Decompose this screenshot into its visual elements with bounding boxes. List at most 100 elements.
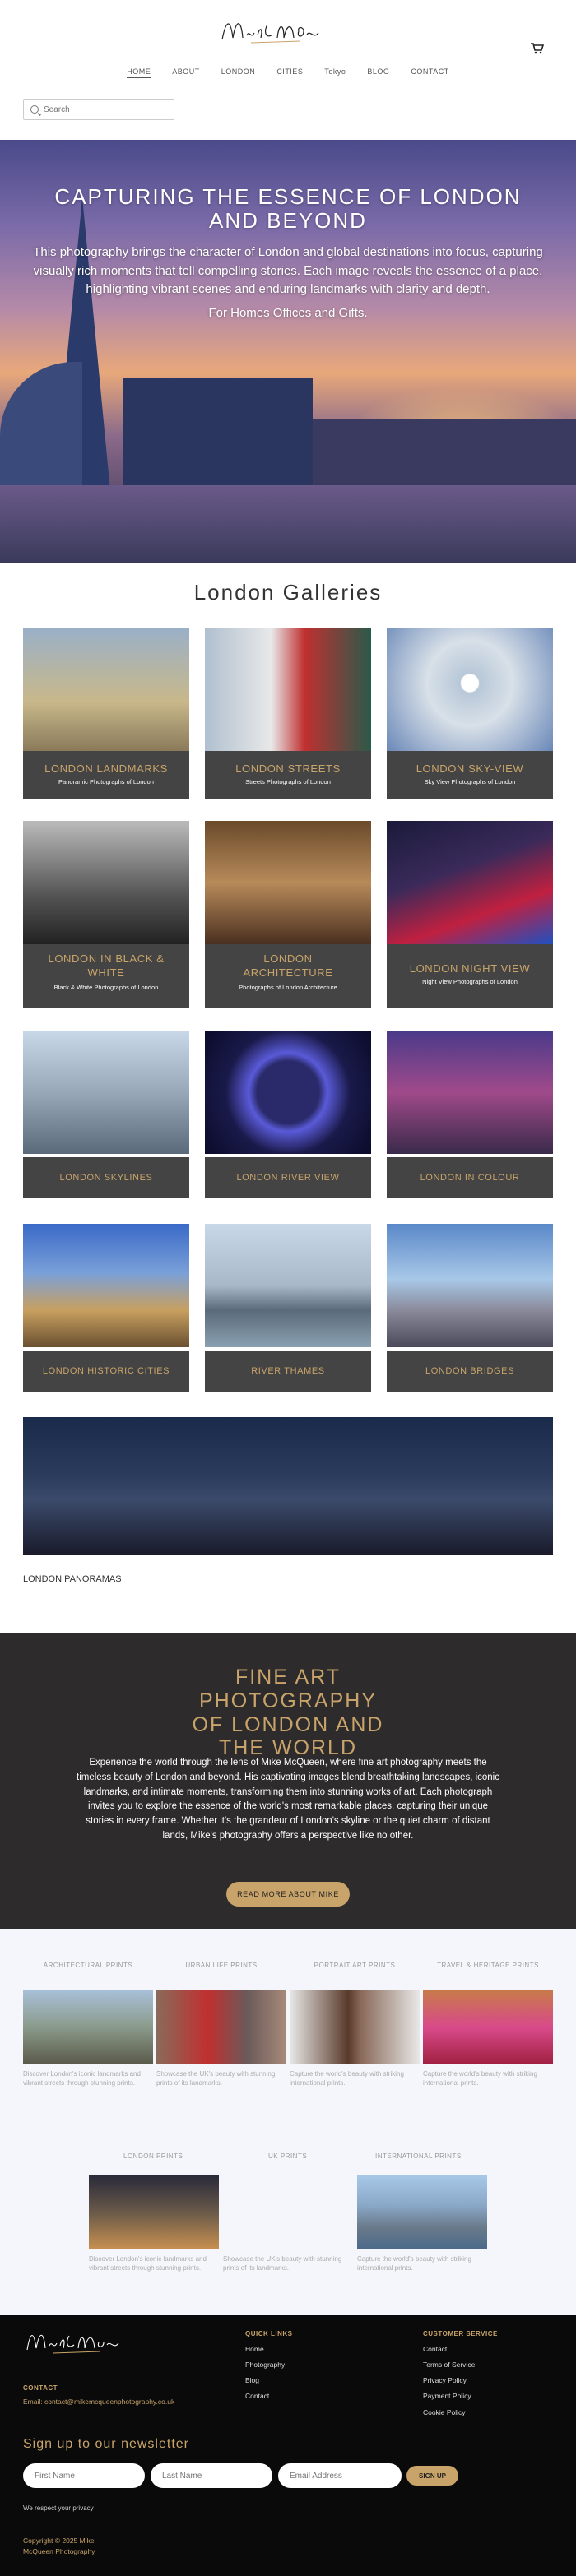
gallery-caption[interactable]: LONDON HISTORIC CITIES — [23, 1351, 189, 1392]
print-image[interactable] — [23, 1990, 153, 2064]
customer-service-links: Contact Terms of Service Privacy Policy … — [423, 2342, 475, 2421]
gallery-card[interactable]: LONDON IN BLACK & WHITE Black & White Ph… — [23, 821, 189, 1008]
gallery-image[interactable] — [387, 1224, 553, 1347]
footer-link-terms[interactable]: Terms of Service — [423, 2357, 475, 2373]
gallery-image[interactable] — [205, 821, 371, 944]
footer-link-photography[interactable]: Photography — [245, 2357, 285, 2373]
footer-link-contact[interactable]: Contact — [245, 2388, 285, 2404]
last-name-input[interactable] — [151, 2463, 272, 2488]
gallery-caption[interactable]: RIVER THAMES — [205, 1351, 371, 1392]
footer-link-blog[interactable]: Blog — [245, 2373, 285, 2388]
footer-link-cookie[interactable]: Cookie Policy — [423, 2405, 475, 2421]
gallery-title: LONDON HISTORIC CITIES — [42, 1366, 170, 1376]
contact-title: CONTACT — [23, 2384, 58, 2392]
hero-office-block — [123, 378, 313, 485]
nav-cities[interactable]: CITIES — [276, 67, 303, 78]
gallery-image[interactable] — [23, 1224, 189, 1347]
gallery-card[interactable]: LONDON HISTORIC CITIES — [23, 1224, 189, 1392]
newsletter-title: Sign up to our newsletter — [23, 2437, 189, 2451]
print-category[interactable]: TRAVEL & HERITAGE PRINTS Capture the wor… — [423, 1962, 553, 2087]
footer-link-payment[interactable]: Payment Policy — [423, 2388, 475, 2404]
gallery-card[interactable]: LONDON STREETS Streets Photographs of Lo… — [205, 628, 371, 799]
gallery-image[interactable] — [23, 1417, 553, 1555]
search-box[interactable] — [23, 99, 174, 120]
print-category[interactable]: Capture the world's beauty with striking… — [357, 2154, 487, 2273]
gallery-card[interactable]: LONDON SKYLINES — [23, 1031, 189, 1198]
gallery-caption[interactable]: LONDON RIVER VIEW — [205, 1157, 371, 1198]
print-category[interactable]: URBAN LIFE PRINTS Showcase the UK's beau… — [156, 1962, 286, 2087]
hero-description: This photography brings the character of… — [33, 245, 543, 297]
site-footer: QUICK LINKS Home Photography Blog Contac… — [0, 2315, 576, 2576]
copyright: Copyright © 2025 Mike McQueen Photograph… — [23, 2537, 95, 2555]
gallery-card[interactable]: LONDON LANDMARKS Panoramic Photographs o… — [23, 628, 189, 799]
site-logo[interactable] — [218, 15, 325, 48]
gallery-caption[interactable]: LONDON LANDMARKS Panoramic Photographs o… — [23, 751, 189, 799]
gallery-card[interactable]: LONDON BRIDGES — [387, 1224, 553, 1392]
print-image[interactable] — [423, 1990, 553, 2064]
cart-icon[interactable] — [531, 43, 545, 58]
print-label[interactable]: URBAN LIFE PRINTS — [156, 1962, 286, 1969]
footer-link-home[interactable]: Home — [245, 2342, 285, 2357]
gallery-card[interactable]: LONDON SKY-VIEW Sky View Photographs of … — [387, 628, 553, 799]
hero-banner: CAPTURING THE ESSENCE OF LONDON AND BEYO… — [0, 140, 576, 563]
search-input[interactable] — [44, 104, 167, 114]
first-name-input[interactable] — [23, 2463, 145, 2488]
gallery-caption[interactable]: LONDON SKY-VIEW Sky View Photographs of … — [387, 751, 553, 799]
print-category[interactable]: Showcase the UK's beauty with stunning p… — [223, 2154, 353, 2273]
nav-contact[interactable]: CONTACT — [411, 67, 448, 78]
gallery-card[interactable]: LONDON ARCHITECTURE Photographs of Londo… — [205, 821, 371, 1008]
print-image[interactable] — [290, 1990, 420, 2064]
gallery-caption[interactable]: LONDON IN COLOUR — [387, 1157, 553, 1198]
gallery-image[interactable] — [205, 628, 371, 751]
gallery-caption[interactable]: LONDON NIGHT VIEW Night View Photographs… — [387, 944, 553, 1008]
gallery-card[interactable]: RIVER THAMES — [205, 1224, 371, 1392]
print-image[interactable] — [357, 2175, 487, 2249]
galleries-title: London Galleries — [193, 580, 383, 605]
gallery-caption[interactable]: LONDON PANORAMAS — [23, 1559, 553, 1600]
gallery-image[interactable] — [23, 821, 189, 944]
print-image[interactable] — [89, 2175, 219, 2249]
gallery-caption[interactable]: LONDON STREETS Streets Photographs of Lo… — [205, 751, 371, 799]
gallery-image[interactable] — [387, 1031, 553, 1154]
gallery-image[interactable] — [205, 1031, 371, 1154]
gallery-caption[interactable]: LONDON SKYLINES — [23, 1157, 189, 1198]
print-category[interactable]: ARCHITECTURAL PRINTS Discover London's i… — [23, 1962, 153, 2087]
footer-logo[interactable] — [23, 2327, 122, 2358]
gallery-title: LONDON IN BLACK & WHITE — [48, 952, 165, 979]
gallery-card[interactable]: LONDON NIGHT VIEW Night View Photographs… — [387, 821, 553, 1008]
nav-home[interactable]: HOME — [127, 67, 151, 78]
hero-city-hall — [0, 362, 82, 493]
print-category[interactable]: Discover London's iconic landmarks and v… — [89, 2154, 219, 2273]
gallery-caption[interactable]: LONDON BRIDGES — [387, 1351, 553, 1392]
gallery-image[interactable] — [387, 628, 553, 751]
prints-section: ARCHITECTURAL PRINTS Discover London's i… — [0, 1929, 576, 2315]
contact-email[interactable]: Email: contact@mikemcqueenphotography.co… — [23, 2398, 174, 2406]
nav-about[interactable]: ABOUT — [172, 67, 200, 78]
footer-link-contact-cs[interactable]: Contact — [423, 2342, 475, 2357]
nav-tokyo[interactable]: Tokyo — [324, 67, 346, 78]
print-label[interactable]: ARCHITECTURAL PRINTS — [23, 1962, 153, 1969]
signup-button[interactable]: SIGN UP — [406, 2466, 458, 2486]
hero-river — [0, 485, 576, 563]
print-category[interactable]: PORTRAIT ART PRINTS Capture the world's … — [290, 1962, 420, 2087]
email-input[interactable] — [278, 2463, 402, 2488]
nav-london[interactable]: LONDON — [221, 67, 256, 78]
footer-link-privacy[interactable]: Privacy Policy — [423, 2373, 475, 2388]
search-icon — [30, 105, 39, 114]
print-image[interactable] — [156, 1990, 286, 2064]
gallery-image[interactable] — [387, 821, 553, 944]
gallery-card-wide[interactable]: LONDON PANORAMAS — [23, 1417, 553, 1600]
print-label[interactable]: PORTRAIT ART PRINTS — [290, 1962, 420, 1969]
hero-subline: For Homes Offices and Gifts. — [208, 305, 368, 320]
gallery-image[interactable] — [23, 1031, 189, 1154]
gallery-card[interactable]: LONDON RIVER VIEW — [205, 1031, 371, 1198]
nav-blog[interactable]: BLOG — [367, 67, 389, 78]
gallery-caption[interactable]: LONDON IN BLACK & WHITE Black & White Ph… — [23, 944, 189, 1008]
read-more-button[interactable]: READ MORE ABOUT MIKE — [226, 1882, 350, 1907]
gallery-card[interactable]: LONDON IN COLOUR — [387, 1031, 553, 1198]
gallery-image[interactable] — [23, 628, 189, 751]
gallery-subtitle: Photographs of London Architecture — [239, 983, 337, 991]
print-label[interactable]: TRAVEL & HERITAGE PRINTS — [423, 1962, 553, 1969]
gallery-caption[interactable]: LONDON ARCHITECTURE Photographs of Londo… — [205, 944, 371, 1008]
gallery-image[interactable] — [205, 1224, 371, 1347]
